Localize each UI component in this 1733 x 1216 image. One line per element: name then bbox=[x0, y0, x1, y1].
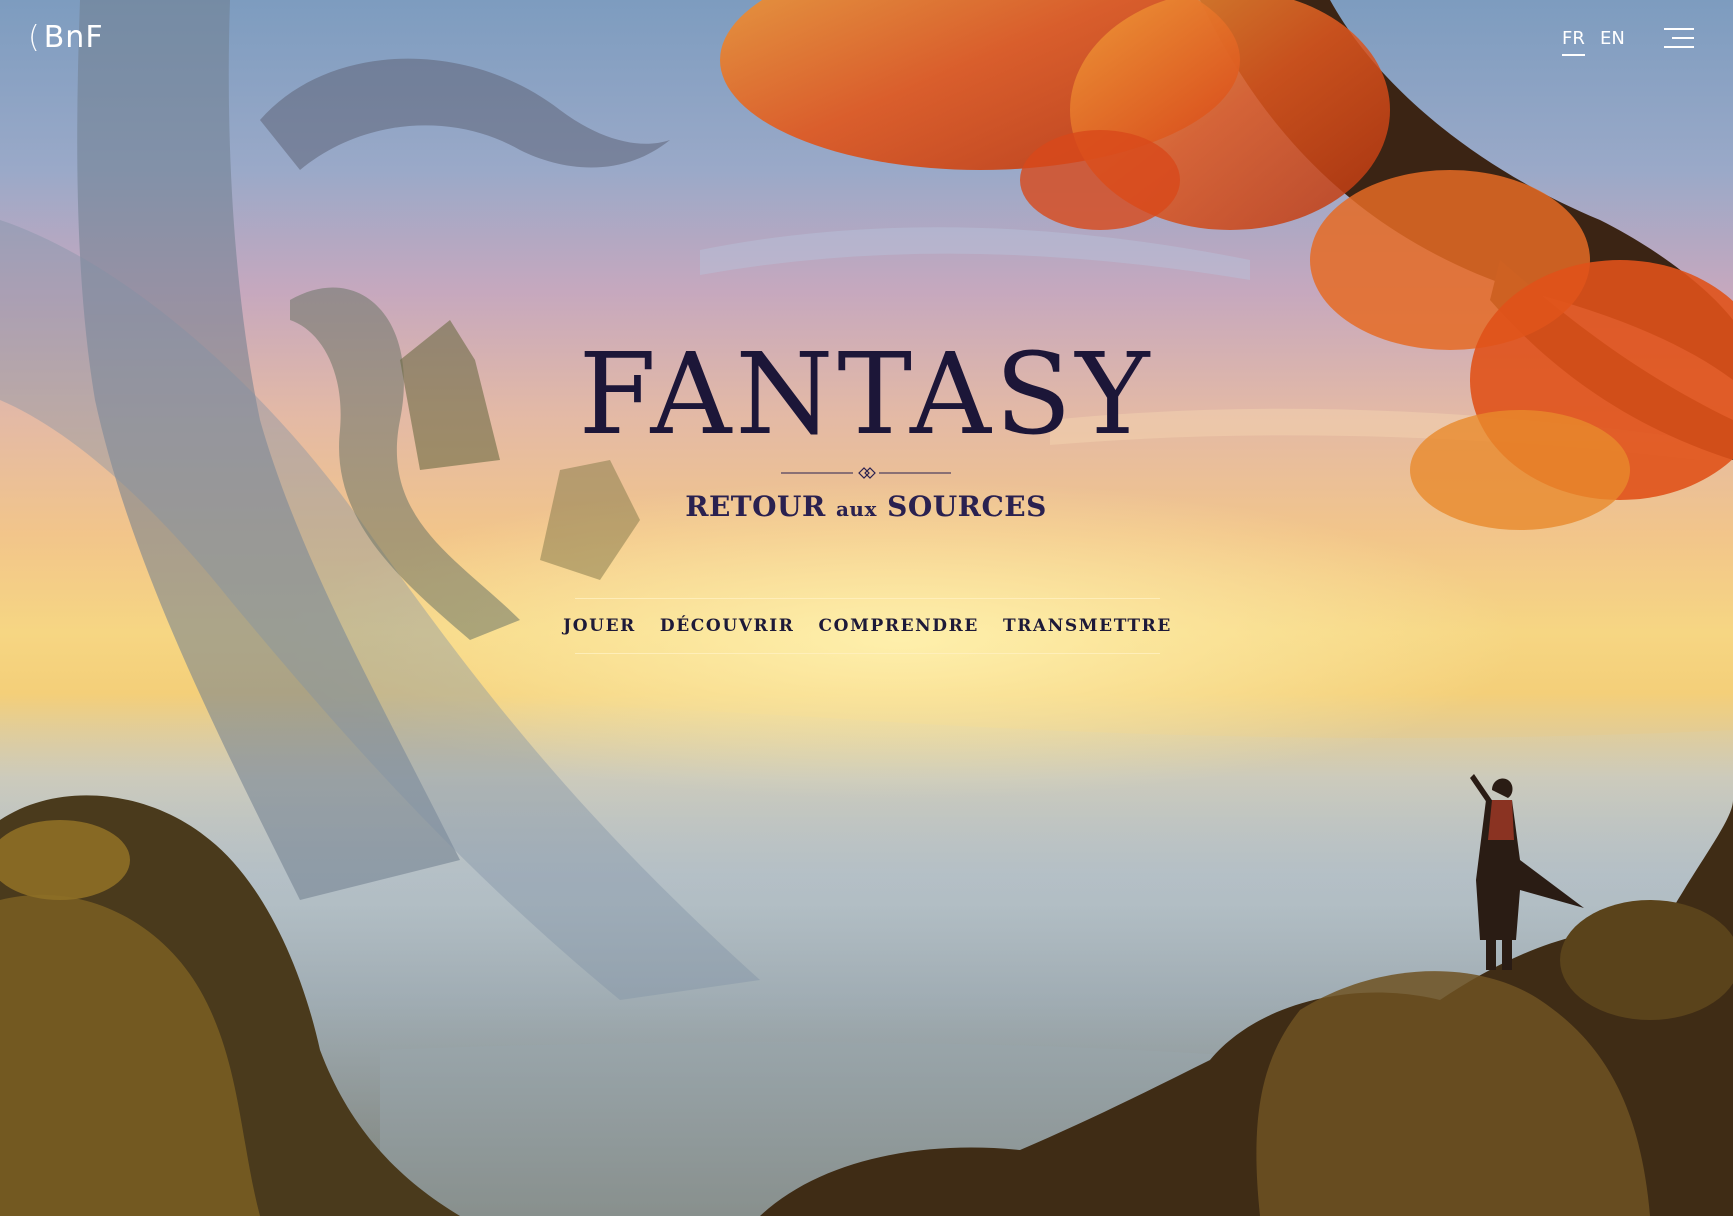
diamond-divider-icon bbox=[566, 466, 1166, 480]
page-title: FANTASY bbox=[578, 330, 1154, 460]
subtitle-part-aux: aux bbox=[835, 497, 877, 521]
page-subtitle: RETOUR aux SOURCES bbox=[566, 490, 1166, 523]
subtitle-part-retour: RETOUR bbox=[685, 490, 826, 523]
nav-item-decouvrir[interactable]: DÉCOUVRIR bbox=[660, 616, 795, 636]
nav-item-comprendre[interactable]: COMPRENDRE bbox=[819, 616, 979, 636]
subtitle-part-sources: SOURCES bbox=[887, 490, 1047, 523]
site-header: ( BnF FR EN bbox=[0, 0, 1733, 80]
bnf-logo-mark-icon: ( bbox=[28, 20, 41, 55]
bnf-logo-text: BnF bbox=[43, 20, 104, 55]
bnf-logo[interactable]: ( BnF bbox=[28, 20, 104, 55]
hamburger-menu-icon[interactable] bbox=[1664, 26, 1694, 50]
nav-item-jouer[interactable]: JOUER bbox=[563, 616, 636, 636]
language-en-link[interactable]: EN bbox=[1600, 28, 1625, 54]
hero-section: FANTASY RETOUR aux SOURCES bbox=[566, 330, 1166, 523]
nav-item-transmettre[interactable]: TRANSMETTRE bbox=[1003, 616, 1172, 636]
main-navigation: JOUER DÉCOUVRIR COMPRENDRE TRANSMETTRE bbox=[563, 598, 1170, 654]
language-fr-link[interactable]: FR bbox=[1562, 28, 1585, 56]
